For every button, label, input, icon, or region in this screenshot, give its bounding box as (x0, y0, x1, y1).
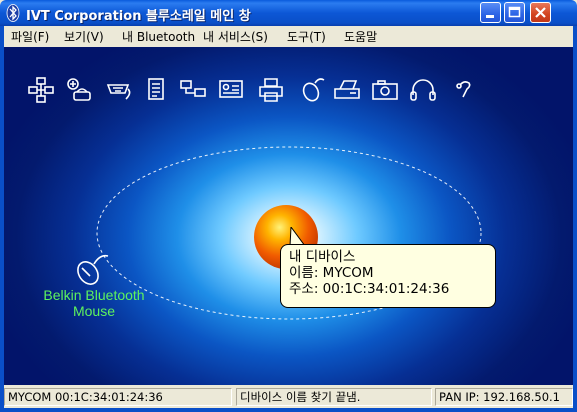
menu-view[interactable]: 보기(V) (64, 28, 104, 45)
device-label-line2: Mouse (72, 303, 116, 319)
title-bar[interactable]: IVT Corporation 블루소레일 메인 창 (0, 0, 577, 26)
maximize-button[interactable] (504, 2, 525, 23)
headphones-icon[interactable] (408, 75, 438, 105)
network-icon[interactable] (26, 75, 56, 105)
status-pan-ip: PAN IP: 192.168.50.1 (435, 388, 573, 406)
menu-my-bluetooth[interactable]: 내 Bluetooth (122, 28, 195, 45)
file-transfer-icon[interactable] (142, 75, 172, 105)
fax-icon[interactable] (332, 75, 362, 105)
menu-file[interactable]: 파일(F) (11, 28, 49, 45)
device-canvas[interactable]: Belkin Bluetooth Mouse 내 디바이스 이름: MYCOM … (4, 47, 573, 385)
tooltip-name: 이름: MYCOM (289, 265, 374, 281)
window-frame-right (573, 26, 577, 412)
menu-my-services[interactable]: 내 서비스(S) (203, 28, 268, 45)
status-bar: MYCOM 00:1C:34:01:24:36 디바이스 이름 찾기 끝냄. P… (4, 388, 573, 408)
status-device: MYCOM 00:1C:34:01:24:36 (4, 388, 232, 406)
device-tooltip: 내 디바이스 이름: MYCOM 주소: 00:1C:34:01:24:36 (280, 244, 496, 308)
device-label-line1: Belkin Bluetooth (43, 287, 145, 303)
maximize-icon (508, 6, 521, 18)
close-icon (535, 7, 546, 18)
device-label[interactable]: Belkin Bluetooth Mouse (24, 287, 164, 319)
minimize-icon (486, 15, 494, 18)
window-frame-bottom (0, 408, 577, 412)
dialup-icon[interactable] (64, 75, 94, 105)
business-card-icon[interactable] (216, 75, 246, 105)
minimize-button[interactable] (480, 2, 501, 23)
serial-port-icon[interactable] (104, 75, 134, 105)
menu-tools[interactable]: 도구(T) (287, 28, 326, 45)
headset-icon[interactable] (448, 75, 478, 105)
lan-access-icon[interactable] (178, 75, 208, 105)
menu-bar: 파일(F) 보기(V) 내 Bluetooth 내 서비스(S) 도구(T) 도… (4, 26, 573, 46)
printer-icon[interactable] (256, 75, 286, 105)
bluetooth-icon (6, 4, 20, 22)
menu-help[interactable]: 도움말 (344, 28, 377, 45)
tooltip-title: 내 디바이스 (289, 249, 356, 265)
tooltip-address: 주소: 00:1C:34:01:24:36 (289, 281, 450, 297)
status-message: 디바이스 이름 찾기 끝냄. (236, 388, 432, 406)
close-button[interactable] (530, 2, 551, 23)
camera-icon[interactable] (370, 75, 400, 105)
mouse-device-icon[interactable] (72, 251, 112, 287)
window-title: IVT Corporation 블루소레일 메인 창 (26, 9, 251, 24)
mouse-icon[interactable] (298, 75, 328, 105)
